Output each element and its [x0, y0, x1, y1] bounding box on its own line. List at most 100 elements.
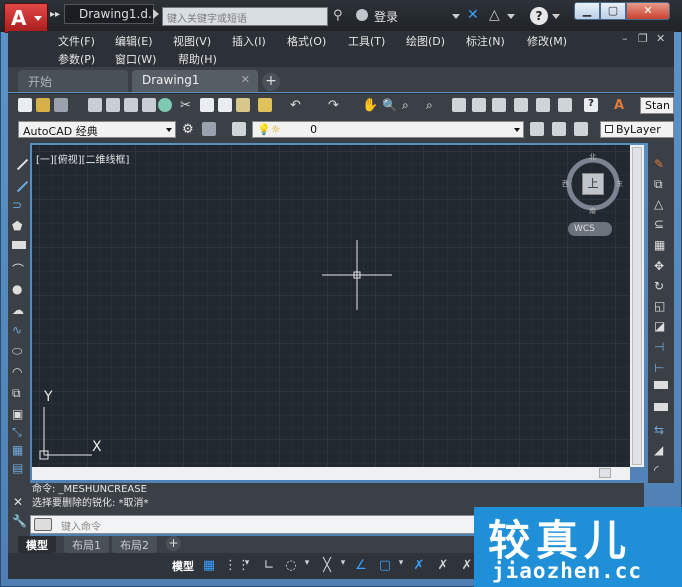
exchange-icon[interactable]: ✕ — [467, 7, 479, 23]
menu-edit[interactable]: 编辑(E) — [115, 33, 153, 49]
minimize-button[interactable]: ▁ — [574, 2, 600, 20]
drawing-canvas[interactable]: [一][俯视][二维线框] 上 北 南 东 西 WCS Y X — [32, 145, 630, 467]
plot-icon[interactable] — [124, 98, 138, 112]
chevron-down-icon[interactable]: ▾ — [338, 558, 348, 574]
stretch-icon[interactable]: ◪ — [654, 319, 668, 333]
3d-dwf-icon[interactable] — [158, 98, 172, 112]
properties-icon[interactable] — [452, 98, 466, 112]
offset-icon[interactable]: ⊆ — [654, 217, 668, 231]
grid-icon[interactable]: ▦ — [202, 558, 216, 574]
erase-icon[interactable]: ✎ — [654, 157, 668, 171]
color-select[interactable]: ByLayer — [600, 121, 674, 138]
zoom-window-icon[interactable]: ⌕ — [402, 98, 416, 112]
layer-isolate-icon[interactable] — [574, 122, 588, 136]
design-center-icon[interactable] — [472, 98, 486, 112]
viewcube-south[interactable]: 南 — [589, 206, 596, 216]
search-input[interactable]: 键入关键字或短语 — [162, 7, 328, 26]
menu-tools[interactable]: 工具(T) — [348, 33, 385, 49]
tab-model[interactable]: 模型 — [18, 536, 56, 553]
menu-file[interactable]: 文件(F) — [58, 33, 95, 49]
insert-block-icon[interactable]: ⧉ — [12, 386, 26, 400]
publish-icon[interactable] — [142, 98, 156, 112]
chevron-down-icon[interactable]: ▾ — [396, 558, 406, 574]
chevron-down-icon[interactable] — [552, 14, 560, 19]
ortho-icon[interactable]: ∟ — [262, 558, 276, 574]
layer-previous-icon[interactable] — [552, 122, 566, 136]
copy-clip-icon[interactable] — [218, 98, 232, 112]
tab-layout1[interactable]: 布局1 — [64, 536, 109, 553]
hatch-icon[interactable]: ▦ — [12, 443, 26, 457]
viewport-controls-label[interactable]: [一][俯视][二维线框] — [36, 151, 129, 166]
close-icon[interactable]: ✕ — [13, 495, 23, 509]
markup-icon[interactable] — [536, 98, 550, 112]
arc-icon[interactable]: ⌒ — [12, 261, 26, 277]
point-icon[interactable]: ⤡ — [12, 425, 26, 439]
annotation-scale-icon[interactable]: ✗ — [460, 558, 474, 574]
horizontal-scrollbar-thumb[interactable] — [599, 468, 611, 478]
join-icon[interactable]: ⇆ — [654, 423, 668, 437]
rotate-icon[interactable]: ↻ — [654, 279, 668, 293]
close-icon[interactable]: ✕ — [241, 73, 250, 86]
chevron-down-icon[interactable]: ▾ — [302, 558, 312, 574]
viewcube-top-face[interactable]: 上 — [582, 173, 604, 195]
break-at-point-icon[interactable] — [654, 381, 668, 389]
chevron-down-icon[interactable]: ▾ — [242, 558, 252, 574]
command-prompt-icon[interactable] — [34, 518, 52, 531]
auto-scale-icon[interactable]: ✗ — [436, 558, 450, 574]
move-icon[interactable]: ✥ — [654, 259, 668, 273]
print-icon[interactable] — [88, 98, 102, 112]
ellipse-icon[interactable]: ⬭ — [12, 344, 26, 358]
wcs-menu[interactable]: WCS — [568, 222, 612, 236]
calculator-icon[interactable] — [558, 98, 572, 112]
viewcube-east[interactable]: 东 — [616, 179, 623, 189]
menu-format[interactable]: 格式(O) — [287, 33, 326, 49]
rectangle-icon[interactable] — [12, 241, 26, 249]
trim-icon[interactable]: ⊣ — [654, 340, 668, 354]
gear-icon[interactable]: ⚙ — [182, 122, 196, 137]
binoculars-icon[interactable]: ⚲ — [333, 8, 343, 23]
redo-icon[interactable]: ↷ — [328, 98, 342, 113]
match-properties-icon[interactable] — [258, 98, 272, 112]
layer-properties-icon[interactable] — [232, 122, 246, 136]
horizontal-scrollbar[interactable] — [32, 467, 630, 480]
zoom-realtime-icon[interactable]: 🔍 — [382, 98, 397, 112]
line-icon[interactable] — [9, 151, 29, 171]
vertical-scrollbar[interactable] — [630, 145, 644, 467]
model-space-toggle[interactable]: 模型 — [172, 558, 194, 574]
wrench-icon[interactable]: 🔧 — [12, 514, 27, 528]
user-icon[interactable] — [356, 9, 368, 21]
mdi-minimize-icon[interactable]: – — [622, 32, 628, 45]
copy-object-icon[interactable]: ⧉ — [654, 177, 668, 191]
workspace-select[interactable]: AutoCAD 经典 — [18, 121, 176, 138]
viewcube[interactable]: 上 北 南 东 西 — [562, 153, 624, 215]
polyline-icon[interactable]: ⊃ — [12, 198, 26, 212]
zoom-previous-icon[interactable]: ⌕ — [426, 98, 440, 112]
revision-cloud-icon[interactable]: ☁ — [12, 303, 26, 317]
print-preview-icon[interactable] — [106, 98, 120, 112]
new-tab-button[interactable]: + — [262, 73, 280, 91]
gradient-icon[interactable]: ▤ — [12, 461, 26, 475]
chamfer-icon[interactable]: ◢ — [654, 443, 668, 457]
extend-icon[interactable]: ⊢ — [654, 361, 668, 375]
sheet-set-icon[interactable] — [514, 98, 528, 112]
mdi-restore-icon[interactable]: ❐ — [638, 32, 648, 45]
menu-draw[interactable]: 绘图(D) — [406, 33, 445, 49]
copy-icon[interactable] — [200, 98, 214, 112]
spline-icon[interactable]: ∿ — [12, 323, 26, 337]
menu-parametric[interactable]: 参数(P) — [58, 51, 95, 67]
tab-start[interactable]: 开始 — [18, 70, 128, 92]
cut-icon[interactable]: ✂ — [180, 98, 194, 113]
pan-icon[interactable]: ✋ — [362, 98, 378, 113]
open-folder-icon[interactable] — [36, 98, 50, 112]
chevron-down-icon[interactable] — [452, 14, 460, 19]
vertical-scrollbar-thumb[interactable] — [632, 147, 642, 465]
help-button[interactable]: ? — [530, 7, 548, 25]
snap-icon[interactable]: ⋮⋮ — [224, 558, 250, 574]
tool-palettes-icon[interactable] — [492, 98, 506, 112]
new-file-icon[interactable] — [18, 98, 32, 112]
add-layout-button[interactable]: + — [166, 536, 181, 551]
mdi-close-icon[interactable]: ✕ — [656, 32, 665, 45]
text-style-icon[interactable]: A — [614, 98, 628, 113]
fillet-icon[interactable]: ◜ — [654, 463, 668, 477]
break-icon[interactable] — [654, 403, 668, 411]
